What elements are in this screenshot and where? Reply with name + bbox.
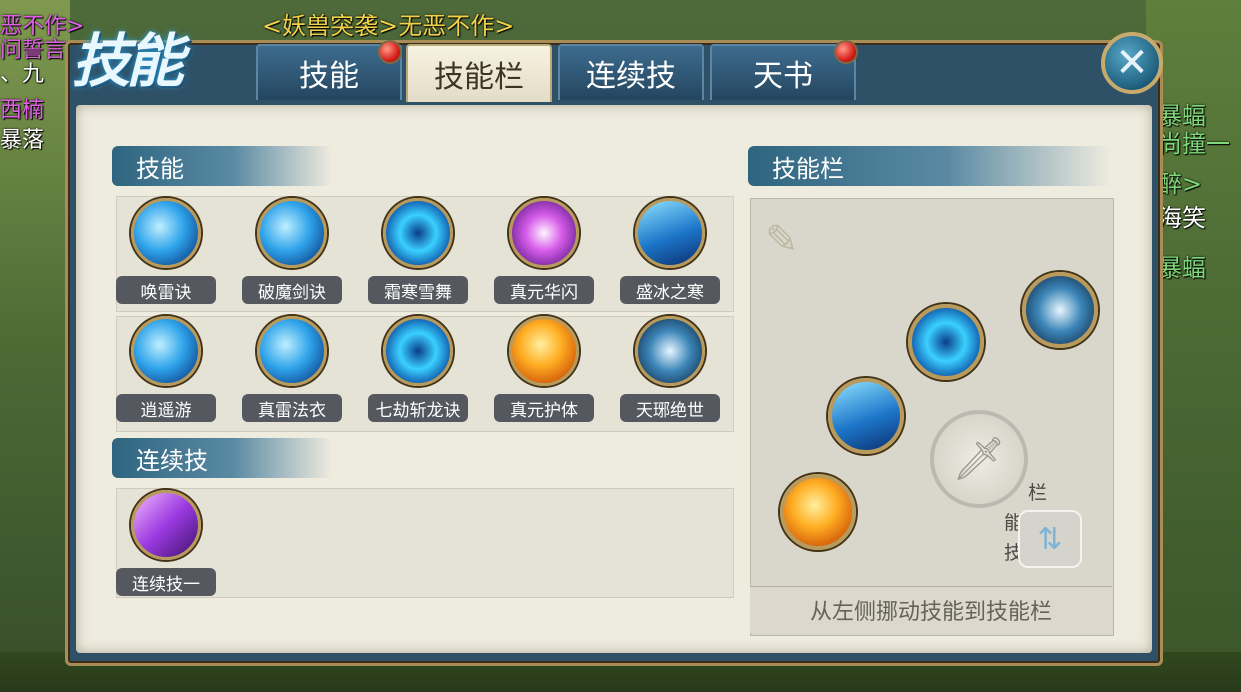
skill-bar-slot-1[interactable] (1022, 272, 1098, 348)
skill-item[interactable]: 七劫斩龙诀 (368, 316, 478, 426)
player-name: 暴落 (0, 128, 45, 153)
attack-button[interactable]: 🗡 (930, 410, 1028, 508)
combo-skill-icon (131, 490, 201, 560)
skill-label: 真元护体 (494, 394, 594, 422)
skill-bar-slot-2[interactable] (908, 304, 984, 380)
skill-label: 盛冰之寒 (620, 276, 720, 304)
wing-skill-icon (131, 316, 201, 386)
lightning-armor-skill-icon (257, 316, 327, 386)
event-banner: <妖兽突袭>无恶不作> (262, 12, 515, 40)
tab-skill-bar[interactable]: 技能栏 (406, 44, 552, 102)
notification-badge (378, 40, 402, 64)
notification-badge (834, 40, 858, 64)
combo-label: 连续技一 (116, 568, 216, 596)
close-icon: ✕ (1115, 40, 1149, 86)
skill-item[interactable]: 霜寒雪舞 (368, 198, 478, 308)
combo-item[interactable]: 连续技一 (116, 490, 226, 600)
skill-label: 天琊绝世 (620, 394, 720, 422)
tab-combo[interactable]: 连续技 (558, 44, 704, 100)
ice-skill-icon (635, 198, 705, 268)
skill-label: 破魔剑诀 (242, 276, 342, 304)
skill-label: 真元华闪 (494, 276, 594, 304)
section-header-combo: 连续技 (112, 438, 332, 478)
skill-item[interactable]: 逍遥游 (116, 316, 226, 426)
player-name: 、九 (0, 62, 45, 87)
refresh-icon: ⇅ (1037, 521, 1063, 557)
vortex-skill-icon (383, 198, 453, 268)
skill-label: 逍遥游 (116, 394, 216, 422)
skill-label: 七劫斩龙诀 (368, 394, 468, 422)
sword-icon: 🗡 (952, 434, 1006, 483)
decorative-calligraphy-icon: ✎ (765, 217, 799, 263)
monster-name: 暴蝠 (1158, 254, 1206, 282)
skill-label: 真雷法衣 (242, 394, 342, 422)
skill-item[interactable]: 破魔剑诀 (242, 198, 352, 308)
section-header-skills: 技能 (112, 146, 332, 186)
skill-label: 唤雷诀 (116, 276, 216, 304)
skill-item[interactable]: 真雷法衣 (242, 316, 352, 426)
skill-item[interactable]: 真元华闪 (494, 198, 604, 308)
player-name: 海笑 (1158, 204, 1206, 232)
player-name: 尚撞一 (1158, 130, 1230, 158)
yin-yang-skill-icon (635, 316, 705, 386)
skill-bar-slot-4[interactable] (780, 474, 856, 550)
skill-bar-hint: 从左侧挪动技能到技能栏 (750, 586, 1112, 633)
skill-bar-area: ✎ (750, 198, 1114, 636)
dragon-slash-skill-icon (383, 316, 453, 386)
player-name: 西楠 (0, 98, 45, 123)
player-name: 醉> (1158, 170, 1203, 198)
section-header-skill-bar: 技能栏 (748, 146, 1110, 186)
flash-skill-icon (509, 198, 579, 268)
close-button[interactable]: ✕ (1101, 32, 1163, 94)
skill-item[interactable]: 天琊绝世 (620, 316, 730, 426)
panel-title: 技能 (72, 27, 184, 95)
skill-item[interactable]: 真元护体 (494, 316, 604, 426)
sword-skill-icon (257, 198, 327, 268)
shield-skill-icon (509, 316, 579, 386)
thunder-skill-icon (131, 198, 201, 268)
switch-skill-bar-button[interactable]: ⇅ (1018, 510, 1082, 568)
skill-item[interactable]: 盛冰之寒 (620, 198, 730, 308)
skill-label: 霜寒雪舞 (368, 276, 468, 304)
skill-item[interactable]: 唤雷诀 (116, 198, 226, 308)
skill-bar-slot-3[interactable] (828, 378, 904, 454)
